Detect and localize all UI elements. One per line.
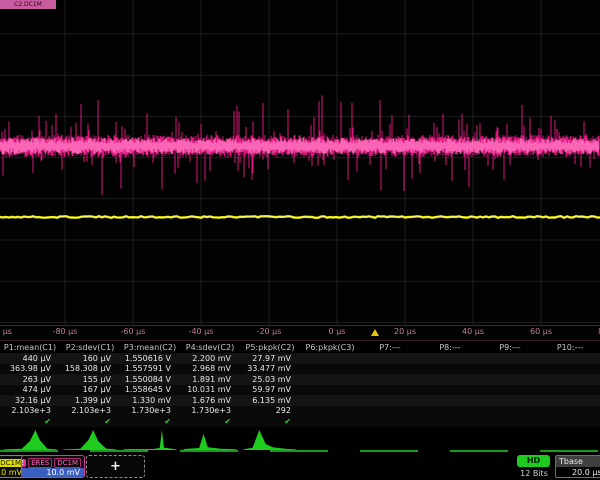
status-check-icon: ✔ <box>120 417 180 426</box>
P2-histicon <box>63 430 117 450</box>
time-axis-label: -80 µs <box>53 327 78 336</box>
plus-icon: + <box>110 460 121 473</box>
measurement-value-row: 440 µV160 µV1.550616 V2.200 mV27.97 mV <box>0 353 600 364</box>
oscilloscope-screen: -100 µs -80 µs -60 µs -40 µs -20 µs 0 µs 20 µs… <box>0 0 600 480</box>
time-axis-label: -20 µs <box>257 327 282 336</box>
measurement-value-row: 2.103e+32.103e+31.730e+31.730e+3292 <box>0 406 600 417</box>
measurement-value: 160 µV <box>60 354 120 363</box>
measurement-value: 59.97 mV <box>240 385 300 394</box>
status-check-icon: ✔ <box>60 417 120 426</box>
measurement-header-row: P1:mean(C1)P2:sdev(C1)P3:mean(C2)P4:sdev… <box>0 342 600 353</box>
histicon-separator-dashes <box>0 450 600 452</box>
P3-histicon <box>123 430 177 450</box>
measurement-value: 474 µV <box>0 385 60 394</box>
measurement-value: 32.16 µV <box>0 396 60 405</box>
measurement-value-row: 363.98 µV158.308 µV1.557591 V2.968 mV33.… <box>0 364 600 375</box>
measurement-value: 1.399 µV <box>60 396 120 405</box>
time-axis-label: -100 µs <box>0 327 12 336</box>
parameter-header[interactable]: P6:pkpk(C3) <box>300 343 360 352</box>
measurement-status-row: ✔✔✔✔✔ <box>0 416 600 427</box>
timebase-descriptor-box[interactable]: Tbase 20.0 µs/div <box>555 455 600 478</box>
c2-coupling-tag[interactable]: DC1M <box>54 458 81 468</box>
measurement-value: 1.550084 V <box>120 375 180 384</box>
c1-coupling-tag[interactable]: DC1M <box>0 459 23 467</box>
measurement-value: 1.330 mV <box>120 396 180 405</box>
measurement-value: 2.968 mV <box>180 364 240 373</box>
parameter-header[interactable]: P2:sdev(C1) <box>60 343 120 352</box>
measurement-value: 440 µV <box>0 354 60 363</box>
c2-channel-tag[interactable]: C2 <box>21 459 26 467</box>
measurement-value: 27.97 mV <box>240 354 300 363</box>
parameter-header[interactable]: P9:--- <box>480 343 540 352</box>
measurement-value-row: 263 µV155 µV1.550084 V1.891 mV25.03 mV <box>0 374 600 385</box>
P4-histicon <box>183 434 237 450</box>
parameter-header[interactable]: P3:mean(C2) <box>120 343 180 352</box>
measurement-value: 1.676 mV <box>180 396 240 405</box>
measurement-table: P1:mean(C1)P2:sdev(C1)P3:mean(C2)P4:sdev… <box>0 342 600 427</box>
measurement-value: 1.550616 V <box>120 354 180 363</box>
hd-bits-label: 12 Bits <box>514 469 554 478</box>
parameter-header[interactable]: P5:pkpk(C2) <box>240 343 300 352</box>
measurement-value: 363.98 µV <box>0 364 60 373</box>
measurement-value-row: 474 µV167 µV1.558645 V10.031 mV59.97 mV <box>0 385 600 396</box>
parameter-header[interactable]: P4:sdev(C2) <box>180 343 240 352</box>
measurement-value: 2.103e+3 <box>0 406 60 415</box>
measurement-value: 292 <box>240 406 300 415</box>
measurement-value: 1.730e+3 <box>120 406 180 415</box>
measurement-value: 33.477 mV <box>240 364 300 373</box>
add-trace-button[interactable]: + <box>86 455 145 478</box>
parameter-header[interactable]: P7:--- <box>360 343 420 352</box>
parameter-header[interactable]: P8:--- <box>420 343 480 352</box>
table-top-separator <box>0 340 600 341</box>
c2-trace-tag[interactable]: C2 DC1M <box>0 0 56 9</box>
measurement-value: 10.031 mV <box>180 385 240 394</box>
measurement-value: 1.730e+3 <box>180 406 240 415</box>
measurement-value: 2.103e+3 <box>60 406 120 415</box>
time-axis-label: 20 µs <box>394 327 416 336</box>
parameter-header[interactable]: P1:mean(C1) <box>0 343 60 352</box>
measurement-value: 6.135 mV <box>240 396 300 405</box>
histicon-row <box>0 429 600 451</box>
measurement-value-row: 32.16 µV1.399 µV1.330 mV1.676 mV6.135 mV <box>0 395 600 406</box>
c2-eres-tag[interactable]: ERES <box>28 458 52 468</box>
trigger-position-marker[interactable] <box>371 329 379 336</box>
time-axis-label: -40 µs <box>189 327 214 336</box>
time-axis-label: 40 µs <box>462 327 484 336</box>
status-check-icon: ✔ <box>0 417 60 426</box>
c2-descriptor-box[interactable]: C2 ERES DC1M 10.0 mV <box>21 455 85 478</box>
descriptor-bar: C1 DC1M 10.0 mV C2 ERES DC1M 10.0 mV + H… <box>0 454 600 480</box>
measurement-value: 167 µV <box>60 385 120 394</box>
measurement-value: 25.03 mV <box>240 375 300 384</box>
P5-histicon <box>243 430 297 450</box>
waveform-grid-area[interactable]: -100 µs -80 µs -60 µs -40 µs -20 µs 0 µs 20 µs… <box>0 0 600 338</box>
time-axis-label: 60 µs <box>530 327 552 336</box>
measurement-value: 1.557591 V <box>120 364 180 373</box>
measurement-value: 263 µV <box>0 375 60 384</box>
measurement-value: 2.200 mV <box>180 354 240 363</box>
c2-volts-per-div[interactable]: 10.0 mV <box>22 468 84 477</box>
measurement-value: 1.891 mV <box>180 375 240 384</box>
measurement-value: 155 µV <box>60 375 120 384</box>
timebase-label: Tbase <box>556 456 600 467</box>
P1-histicon <box>3 430 57 450</box>
measurement-value: 158.308 µV <box>60 364 120 373</box>
parameter-header[interactable]: P10:--- <box>540 343 600 352</box>
time-axis-label: 0 µs <box>329 327 346 336</box>
timebase-scale: 20.0 µs/div <box>556 467 600 478</box>
measurement-value: 1.558645 V <box>120 385 180 394</box>
waveform-plot <box>0 0 600 338</box>
status-check-icon: ✔ <box>180 417 240 426</box>
time-axis-label: -60 µs <box>121 327 146 336</box>
hd-mode-badge[interactable]: HD <box>517 455 550 467</box>
status-check-icon: ✔ <box>240 417 300 426</box>
